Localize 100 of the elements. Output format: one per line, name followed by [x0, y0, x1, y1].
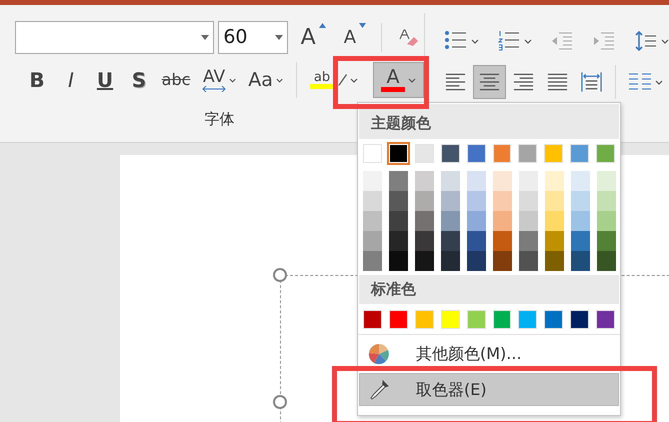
color-swatch[interactable]: [492, 310, 512, 329]
menu-item[interactable]: 取色器(E): [359, 373, 619, 406]
shade-swatch[interactable]: [571, 170, 590, 190]
shade-swatch[interactable]: [519, 210, 538, 230]
shade-swatch[interactable]: [415, 210, 434, 230]
shade-swatch[interactable]: [597, 210, 616, 230]
shade-swatch[interactable]: [571, 210, 590, 230]
shade-swatch[interactable]: [415, 190, 434, 210]
shrink-font-button[interactable]: A: [338, 22, 372, 54]
chevron-icon: [524, 38, 532, 44]
shade-swatch[interactable]: [597, 170, 616, 190]
shade-swatch[interactable]: [545, 170, 564, 190]
shade-swatch[interactable]: [415, 170, 434, 190]
underline-button[interactable]: U: [89, 64, 121, 96]
chevron-icon: [276, 78, 284, 82]
color-swatch[interactable]: [466, 144, 486, 162]
chevron-icon: [350, 78, 358, 82]
color-swatch[interactable]: [596, 310, 616, 329]
color-swatch[interactable]: [363, 310, 382, 329]
shade-swatch[interactable]: [545, 210, 564, 230]
align-distribute-icon: [580, 70, 603, 94]
shade-swatch[interactable]: [545, 250, 564, 270]
shade-swatch[interactable]: [493, 210, 512, 230]
color-swatch[interactable]: [544, 310, 564, 329]
menu-item[interactable]: 其他颜色(M)...: [359, 337, 619, 370]
shade-swatch[interactable]: [389, 170, 408, 190]
shade-swatch[interactable]: [363, 230, 382, 250]
color-swatch[interactable]: [570, 144, 590, 162]
case-button[interactable]: Aa: [243, 64, 288, 96]
italic-button[interactable]: I: [55, 64, 87, 96]
shade-swatch[interactable]: [519, 190, 538, 210]
shade-swatch[interactable]: [493, 190, 512, 210]
shade-swatch[interactable]: [441, 250, 460, 270]
color-swatch[interactable]: [596, 144, 616, 162]
shade-swatch[interactable]: [519, 230, 538, 250]
chevron-icon: [661, 38, 669, 44]
shade-swatch[interactable]: [597, 230, 616, 250]
shade-swatch[interactable]: [363, 250, 382, 270]
group-label: 字体: [204, 108, 234, 130]
shade-swatch[interactable]: [441, 230, 460, 250]
resize-handle[interactable]: [273, 268, 287, 282]
color-swatch[interactable]: [492, 144, 512, 162]
shade-swatch[interactable]: [467, 230, 486, 250]
shade-swatch[interactable]: [441, 190, 460, 210]
color-swatch[interactable]: [414, 310, 434, 329]
shade-swatch[interactable]: [467, 250, 486, 270]
align-center-button[interactable]: [473, 65, 506, 99]
shade-swatch[interactable]: [389, 190, 408, 210]
shade-swatch[interactable]: [545, 230, 564, 250]
eraser-icon: [397, 26, 419, 48]
shade-swatch[interactable]: [389, 250, 408, 270]
shade-swatch[interactable]: [571, 230, 590, 250]
shade-swatch[interactable]: [441, 210, 460, 230]
font-name-field[interactable]: [15, 21, 214, 54]
color-swatch[interactable]: [414, 144, 434, 162]
shade-swatch[interactable]: [493, 230, 512, 250]
shade-swatch[interactable]: [597, 190, 616, 210]
shade-swatch[interactable]: [467, 210, 486, 230]
shade-swatch[interactable]: [493, 170, 512, 190]
shade-swatch[interactable]: [519, 170, 538, 190]
bold-button[interactable]: B: [21, 64, 53, 96]
shade-swatch[interactable]: [467, 190, 486, 210]
eyedropper-icon: [368, 378, 390, 400]
shade-swatch[interactable]: [467, 170, 486, 190]
shade-swatch[interactable]: [597, 250, 616, 270]
color-swatch[interactable]: [388, 310, 408, 329]
shade-swatch[interactable]: [363, 170, 382, 190]
color-swatch[interactable]: [570, 310, 590, 329]
color-swatch[interactable]: [363, 144, 382, 162]
shadow-button[interactable]: S: [123, 64, 155, 96]
shade-swatch[interactable]: [415, 230, 434, 250]
shade-swatch[interactable]: [519, 250, 538, 270]
font-color-button[interactable]: A: [372, 62, 424, 98]
shade-swatch[interactable]: [389, 230, 408, 250]
color-swatch[interactable]: [518, 144, 538, 162]
standard-colors-heading: 标准色: [359, 274, 619, 304]
color-swatch[interactable]: [518, 310, 538, 329]
strike-button[interactable]: abc: [157, 64, 196, 96]
shade-swatch[interactable]: [571, 250, 590, 270]
dropdown-caret-icon: [274, 35, 283, 40]
color-swatch[interactable]: [440, 144, 460, 162]
up-triangle-icon: [318, 22, 326, 28]
resize-handle[interactable]: [273, 395, 287, 409]
shade-swatch[interactable]: [441, 170, 460, 190]
shade-swatch[interactable]: [363, 190, 382, 210]
shade-swatch[interactable]: [571, 190, 590, 210]
font-size-field[interactable]: 60: [218, 21, 288, 54]
spacing-button[interactable]: AV: [197, 64, 242, 96]
shade-swatch[interactable]: [363, 210, 382, 230]
color-swatch[interactable]: [440, 310, 460, 329]
color-swatch[interactable]: [466, 310, 486, 329]
down-triangle-icon: [359, 22, 366, 28]
highlight-color-button[interactable]: ab: [304, 64, 363, 96]
shade-swatch[interactable]: [493, 250, 512, 270]
shade-swatch[interactable]: [545, 190, 564, 210]
grow-font-button[interactable]: A: [296, 22, 331, 54]
pen-icon: [336, 73, 347, 87]
shade-swatch[interactable]: [389, 210, 408, 230]
color-swatch[interactable]: [544, 144, 564, 162]
shade-swatch[interactable]: [415, 250, 434, 270]
